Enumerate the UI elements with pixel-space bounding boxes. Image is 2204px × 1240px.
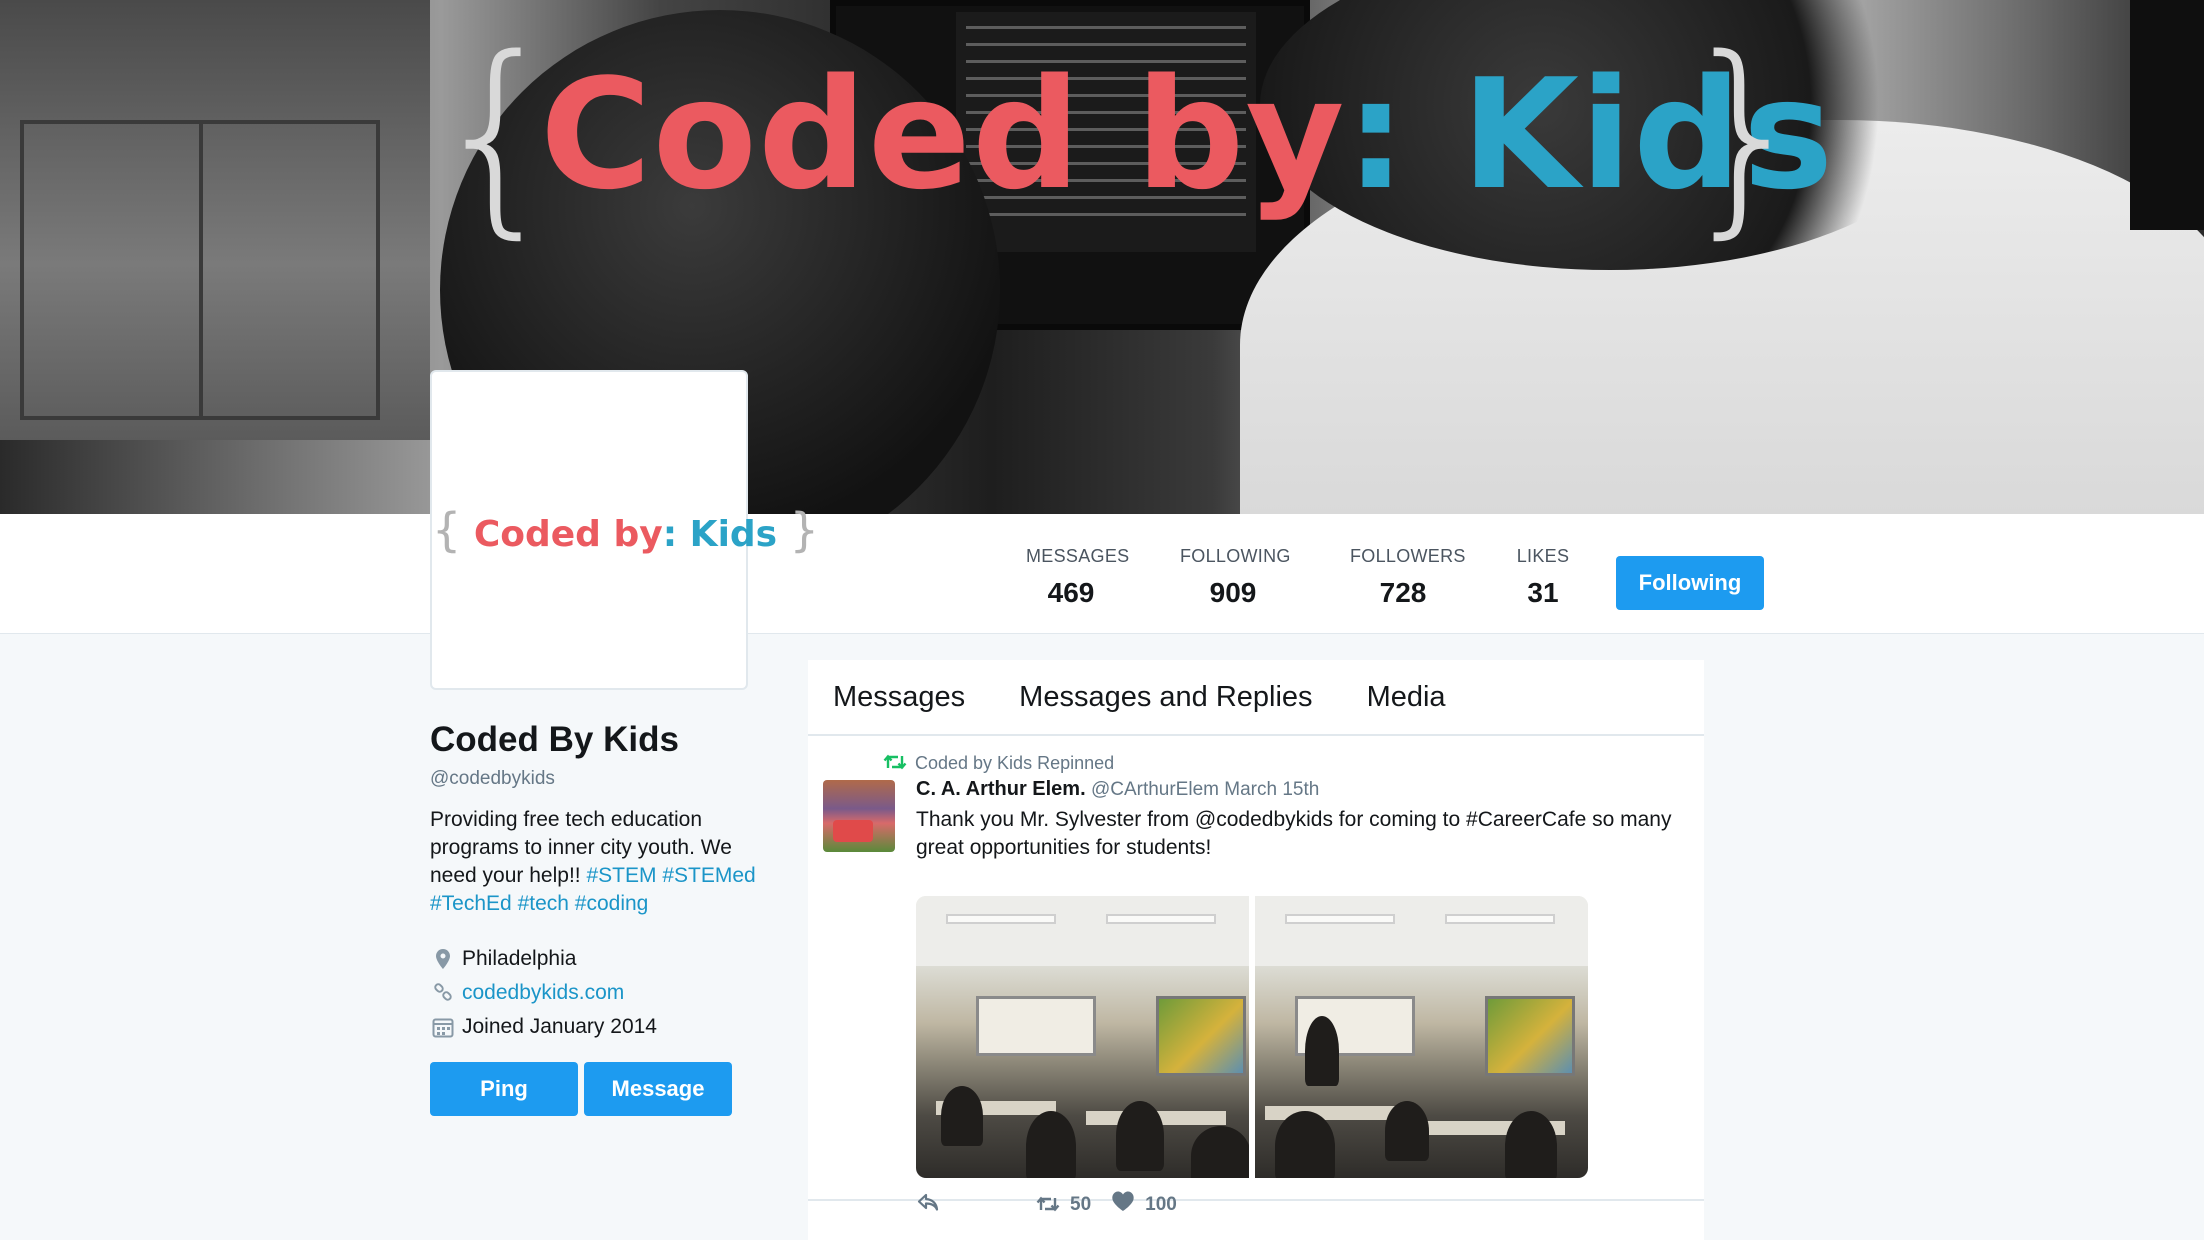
- joined-row: Joined January 2014: [430, 1010, 770, 1044]
- profile-handle[interactable]: @codedbykids: [430, 768, 770, 790]
- banner-logo: { Coded by: Kids }: [430, 20, 1833, 250]
- profile-meta: Philadelphia codedbykids.com Joined Janu…: [430, 942, 770, 1044]
- avatar-logo-part2: Kids: [689, 514, 778, 555]
- tweet[interactable]: Coded by Kids Repinned C. A. Arthur Elem…: [808, 736, 1704, 1215]
- tweet-text: Thank you Mr. Sylvester from @codedbykid…: [916, 808, 1672, 859]
- stat-value: 909: [1209, 577, 1257, 608]
- stat-value: 728: [1379, 577, 1427, 608]
- tweet-media: [916, 896, 1588, 1178]
- stat-value: 469: [1047, 577, 1095, 608]
- calendar-icon: [430, 1016, 456, 1038]
- timeline: Messages Messages and Replies Media Code…: [808, 660, 1704, 1240]
- tab-media[interactable]: Media: [1367, 681, 1446, 714]
- banner-right-monitor: [2130, 0, 2204, 230]
- tweet-actions: 50 100: [916, 1190, 1177, 1219]
- heart-icon: [1111, 1190, 1135, 1219]
- stat-label: Likes: [1516, 546, 1570, 566]
- profile-actions: Ping Message: [430, 1062, 732, 1116]
- message-button[interactable]: Message: [584, 1062, 732, 1116]
- banner-title: Coded by: Kids: [540, 50, 1834, 220]
- tweet-header: C. A. Arthur Elem. @CArthurElem March 15…: [916, 778, 1319, 801]
- timeline-tabs: Messages Messages and Replies Media: [808, 660, 1704, 736]
- banner-brace-right: }: [1678, 12, 1812, 257]
- stat-label: Followers: [1350, 546, 1466, 566]
- tweet-photo[interactable]: [1255, 896, 1588, 1178]
- avatar[interactable]: { Coded by: Kids }: [430, 370, 819, 690]
- tab-messages[interactable]: Messages: [833, 681, 965, 714]
- stat-following[interactable]: Following 909: [1180, 546, 1291, 609]
- stat-followers[interactable]: Followers 728: [1350, 546, 1466, 609]
- avatar-logo-colon: :: [662, 514, 678, 555]
- banner-title-part1: Coded by: [540, 46, 1346, 223]
- stat-label: Following: [1180, 546, 1291, 566]
- stat-label: Messages: [1026, 546, 1130, 566]
- following-button[interactable]: Following: [1616, 556, 1764, 610]
- hashtag-link[interactable]: #STEMed: [662, 864, 755, 887]
- repin-icon: [883, 750, 907, 776]
- tweet-author-avatar[interactable]: [823, 780, 895, 852]
- location-row: Philadelphia: [430, 942, 770, 976]
- stat-likes[interactable]: Likes 31: [1516, 546, 1570, 609]
- reply-action[interactable]: [916, 1191, 950, 1219]
- profile-banner: { Coded by: Kids }: [0, 0, 2204, 514]
- repin-action[interactable]: 50: [1036, 1191, 1091, 1219]
- profile-card: Coded By Kids @codedbykids Providing fre…: [430, 720, 770, 1044]
- stat-value: 31: [1527, 577, 1559, 608]
- website-row: codedbykids.com: [430, 976, 770, 1010]
- avatar-brace-left: {: [432, 503, 462, 557]
- like-count: 100: [1145, 1193, 1177, 1215]
- avatar-logo: { Coded by: Kids }: [432, 502, 819, 563]
- banner-title-colon: :: [1345, 46, 1408, 223]
- profile-name: Coded By Kids: [430, 720, 679, 759]
- tweet-date[interactable]: March 15th: [1224, 779, 1319, 800]
- joined-text: Joined January 2014: [462, 1015, 657, 1038]
- repin-text: Coded by Kids Repinned: [915, 752, 1115, 773]
- repin-context: Coded by Kids Repinned: [883, 750, 1114, 776]
- ping-button[interactable]: Ping: [430, 1062, 578, 1116]
- hashtag-link[interactable]: #tech: [518, 892, 569, 915]
- location-pin-icon: [430, 949, 456, 969]
- avatar-logo-part1: Coded by: [473, 514, 663, 555]
- stat-messages[interactable]: Messages 469: [1026, 546, 1130, 609]
- tweet-photo[interactable]: [916, 896, 1249, 1178]
- hashtag-link[interactable]: #STEM: [586, 864, 656, 887]
- avatar-brace-right: }: [789, 503, 819, 557]
- tab-messages-and-replies[interactable]: Messages and Replies: [1019, 681, 1312, 714]
- hashtag-link[interactable]: #TechEd: [430, 892, 512, 915]
- location-text: Philadelphia: [462, 947, 577, 970]
- hashtag-link[interactable]: #coding: [575, 892, 649, 915]
- repin-count: 50: [1070, 1193, 1092, 1215]
- repin-icon: [1036, 1191, 1060, 1219]
- profile-bio: Providing free tech education programs t…: [430, 806, 770, 918]
- reply-icon: [916, 1191, 940, 1219]
- tweet-author-name[interactable]: C. A. Arthur Elem.: [916, 778, 1086, 800]
- website-link[interactable]: codedbykids.com: [462, 981, 624, 1005]
- banner-window: [0, 0, 430, 440]
- link-icon: [430, 983, 456, 1003]
- tweet-author-handle[interactable]: @CArthurElem: [1091, 779, 1219, 800]
- like-action[interactable]: 100: [1111, 1190, 1177, 1219]
